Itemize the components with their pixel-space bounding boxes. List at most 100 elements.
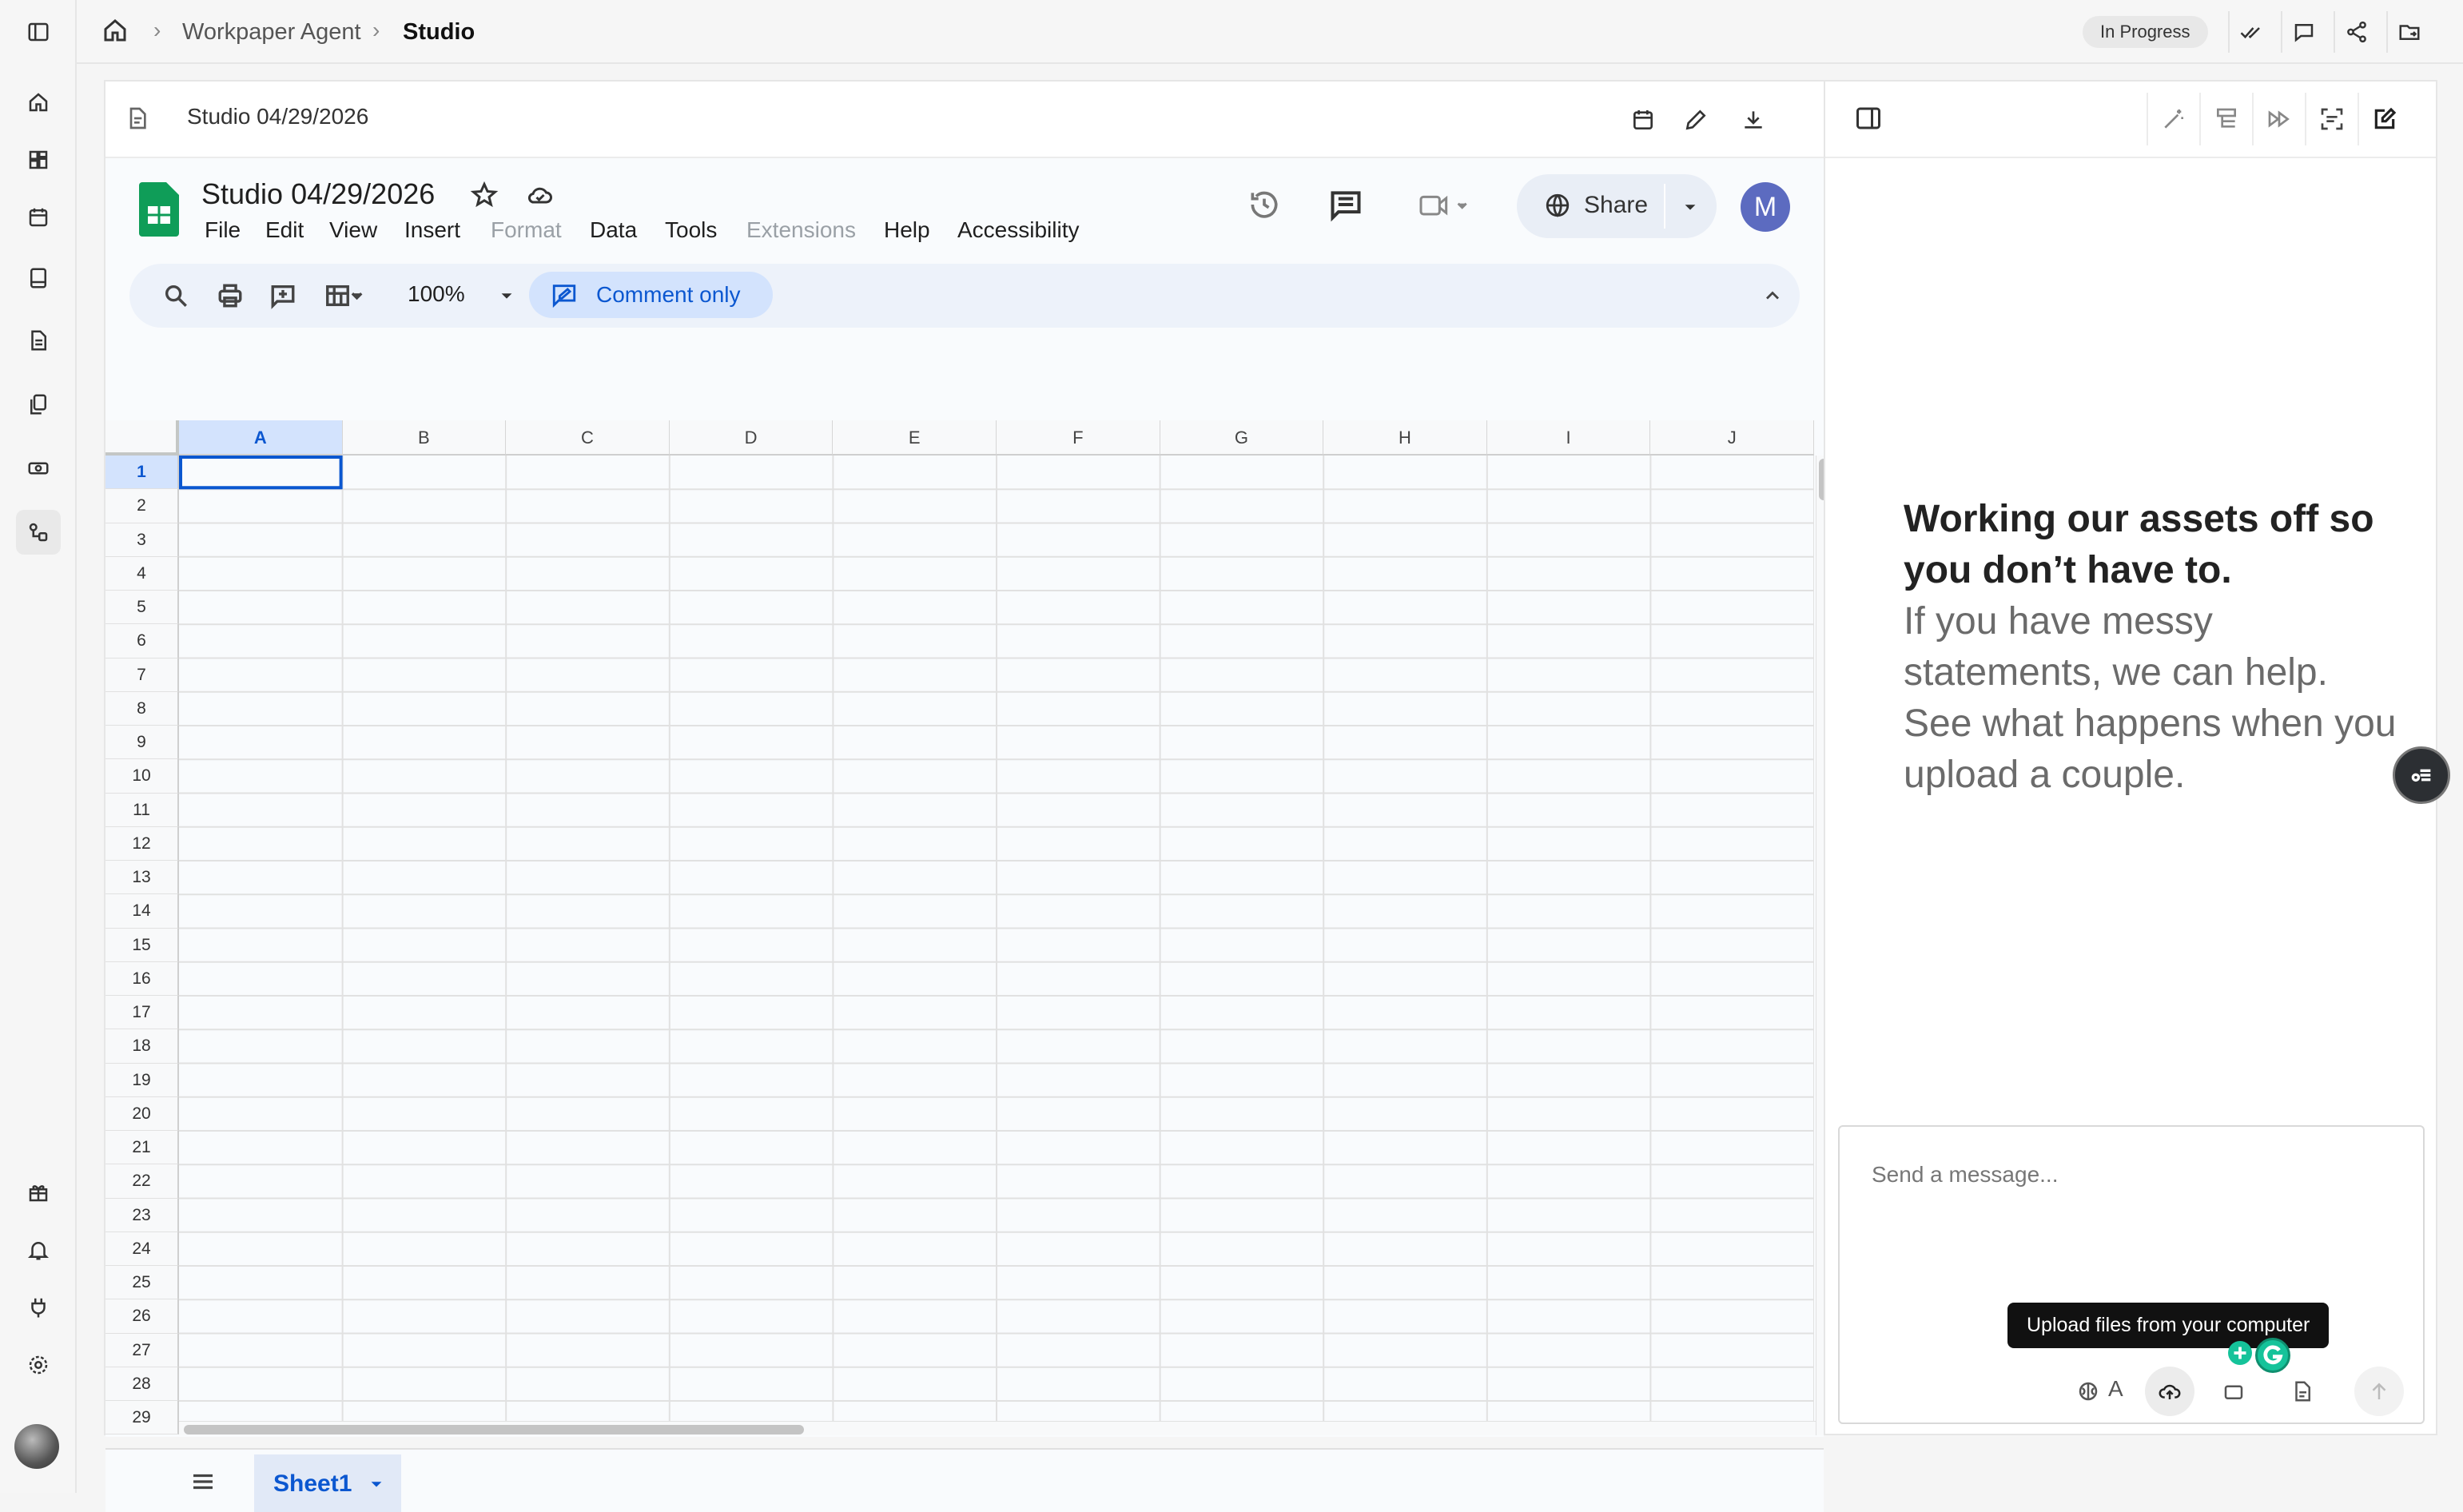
row-header-20[interactable]: 20 [105, 1096, 179, 1131]
horizontal-scroll-thumb[interactable] [184, 1425, 804, 1434]
row-header-5[interactable]: 5 [105, 591, 179, 625]
menu-tools[interactable]: Tools [665, 217, 717, 243]
cell-area[interactable] [179, 456, 1814, 1435]
edit-pencil-icon[interactable] [1677, 101, 1715, 139]
row-header-4[interactable]: 4 [105, 556, 179, 591]
row-header-26[interactable]: 26 [105, 1299, 179, 1334]
menu-insert[interactable]: Insert [404, 217, 460, 243]
row-header-3[interactable]: 3 [105, 523, 179, 557]
horizontal-scrollbar[interactable] [179, 1421, 1816, 1435]
files-icon[interactable] [16, 382, 61, 427]
breadcrumb-home-icon[interactable] [101, 16, 133, 48]
column-header-d[interactable]: D [669, 420, 834, 456]
column-header-e[interactable]: E [833, 420, 997, 456]
zoom-select[interactable]: 100% [408, 281, 465, 307]
row-header-25[interactable]: 25 [105, 1266, 179, 1300]
attach-document-icon[interactable] [2282, 1371, 2322, 1411]
double-check-icon[interactable] [2228, 11, 2273, 53]
upload-cloud-icon[interactable] [2145, 1367, 2194, 1416]
collapse-chevron-up-icon[interactable] [1755, 278, 1790, 313]
menu-help[interactable]: Help [884, 217, 930, 243]
row-header-9[interactable]: 9 [105, 726, 179, 760]
menu-view[interactable]: View [329, 217, 377, 243]
column-header-a[interactable]: A [179, 420, 343, 456]
table-view-icon[interactable] [316, 278, 372, 313]
row-header-6[interactable]: 6 [105, 624, 179, 659]
row-header-21[interactable]: 21 [105, 1131, 179, 1165]
column-header-j[interactable]: J [1650, 420, 1814, 456]
row-header-7[interactable]: 7 [105, 658, 179, 692]
brain-model-icon[interactable] [2068, 1371, 2108, 1411]
row-header-27[interactable]: 27 [105, 1333, 179, 1367]
send-arrow-icon[interactable] [2354, 1367, 2404, 1416]
comment-only-mode-button[interactable]: Comment only [529, 272, 773, 318]
sheet-tab-sheet1[interactable]: Sheet1 [254, 1454, 401, 1512]
row-header-1[interactable]: 1 [105, 456, 179, 490]
menu-accessibility[interactable]: Accessibility [957, 217, 1079, 243]
grammarly-plus-icon[interactable] [2228, 1341, 2252, 1365]
share-icon[interactable] [2334, 11, 2378, 53]
money-icon[interactable] [16, 446, 61, 491]
row-header-8[interactable]: 8 [105, 691, 179, 726]
screenshot-icon[interactable] [2214, 1371, 2254, 1411]
home-icon[interactable] [16, 80, 61, 125]
calendar-icon[interactable] [16, 195, 61, 240]
calendar-sync-icon[interactable] [1624, 101, 1662, 139]
cloud-saved-icon[interactable] [524, 181, 556, 209]
column-header-i[interactable]: I [1486, 420, 1651, 456]
star-icon[interactable] [470, 181, 499, 209]
plug-icon[interactable] [16, 1285, 61, 1330]
grammarly-icon[interactable] [2255, 1338, 2290, 1373]
model-label[interactable]: A [2108, 1376, 2123, 1402]
version-history-icon[interactable] [1247, 187, 1282, 222]
panel-toggle-icon[interactable] [1854, 104, 1883, 133]
user-avatar[interactable] [14, 1424, 59, 1469]
column-header-h[interactable]: H [1323, 420, 1487, 456]
zoom-caret-down-icon[interactable] [489, 278, 524, 313]
message-input[interactable]: Send a message... [1872, 1162, 2058, 1188]
menu-format[interactable]: Format [491, 217, 562, 243]
scan-text-icon[interactable] [2305, 93, 2358, 145]
row-header-22[interactable]: 22 [105, 1164, 179, 1199]
row-header-28[interactable]: 28 [105, 1367, 179, 1401]
dashboard-icon[interactable] [16, 137, 61, 182]
column-header-f[interactable]: F [997, 420, 1160, 456]
workflow-icon[interactable] [16, 510, 61, 555]
row-header-10[interactable]: 10 [105, 759, 179, 794]
row-header-15[interactable]: 15 [105, 928, 179, 962]
row-header-13[interactable]: 13 [105, 861, 179, 895]
select-all-corner[interactable] [105, 420, 179, 456]
search-icon[interactable] [158, 278, 193, 313]
row-header-11[interactable]: 11 [105, 793, 179, 827]
gift-icon[interactable] [16, 1170, 61, 1215]
download-icon[interactable] [1734, 101, 1773, 139]
row-header-2[interactable]: 2 [105, 489, 179, 523]
floating-assistant-icon[interactable] [2393, 746, 2450, 804]
add-comment-icon[interactable] [265, 278, 300, 313]
column-header-b[interactable]: B [342, 420, 507, 456]
message-composer[interactable]: Send a message... Upload files from your… [1838, 1125, 2425, 1424]
account-avatar[interactable]: M [1741, 182, 1790, 232]
book-icon[interactable] [16, 256, 61, 300]
magic-wand-icon[interactable] [2147, 93, 2199, 145]
menu-data[interactable]: Data [590, 217, 637, 243]
all-sheets-menu-icon[interactable] [189, 1467, 217, 1496]
column-header-c[interactable]: C [506, 420, 670, 456]
sidebar-toggle-icon[interactable] [16, 10, 61, 54]
row-header-12[interactable]: 12 [105, 826, 179, 861]
document-icon[interactable] [16, 318, 61, 363]
row-header-29[interactable]: 29 [105, 1401, 179, 1435]
row-header-24[interactable]: 24 [105, 1231, 179, 1266]
row-header-16[interactable]: 16 [105, 961, 179, 996]
meet-video-icon[interactable] [1415, 190, 1475, 222]
fast-forward-icon[interactable] [2252, 93, 2305, 145]
tree-list-icon[interactable] [2199, 93, 2252, 145]
bell-icon[interactable] [16, 1228, 61, 1272]
share-button[interactable]: Share [1517, 174, 1717, 238]
comment-icon[interactable] [2281, 11, 2326, 53]
row-header-17[interactable]: 17 [105, 996, 179, 1030]
breadcrumb-workpaper-agent[interactable]: Workpaper Agent [182, 16, 361, 48]
row-header-23[interactable]: 23 [105, 1198, 179, 1232]
menu-edit[interactable]: Edit [265, 217, 304, 243]
caret-down-icon[interactable] [1681, 198, 1699, 216]
